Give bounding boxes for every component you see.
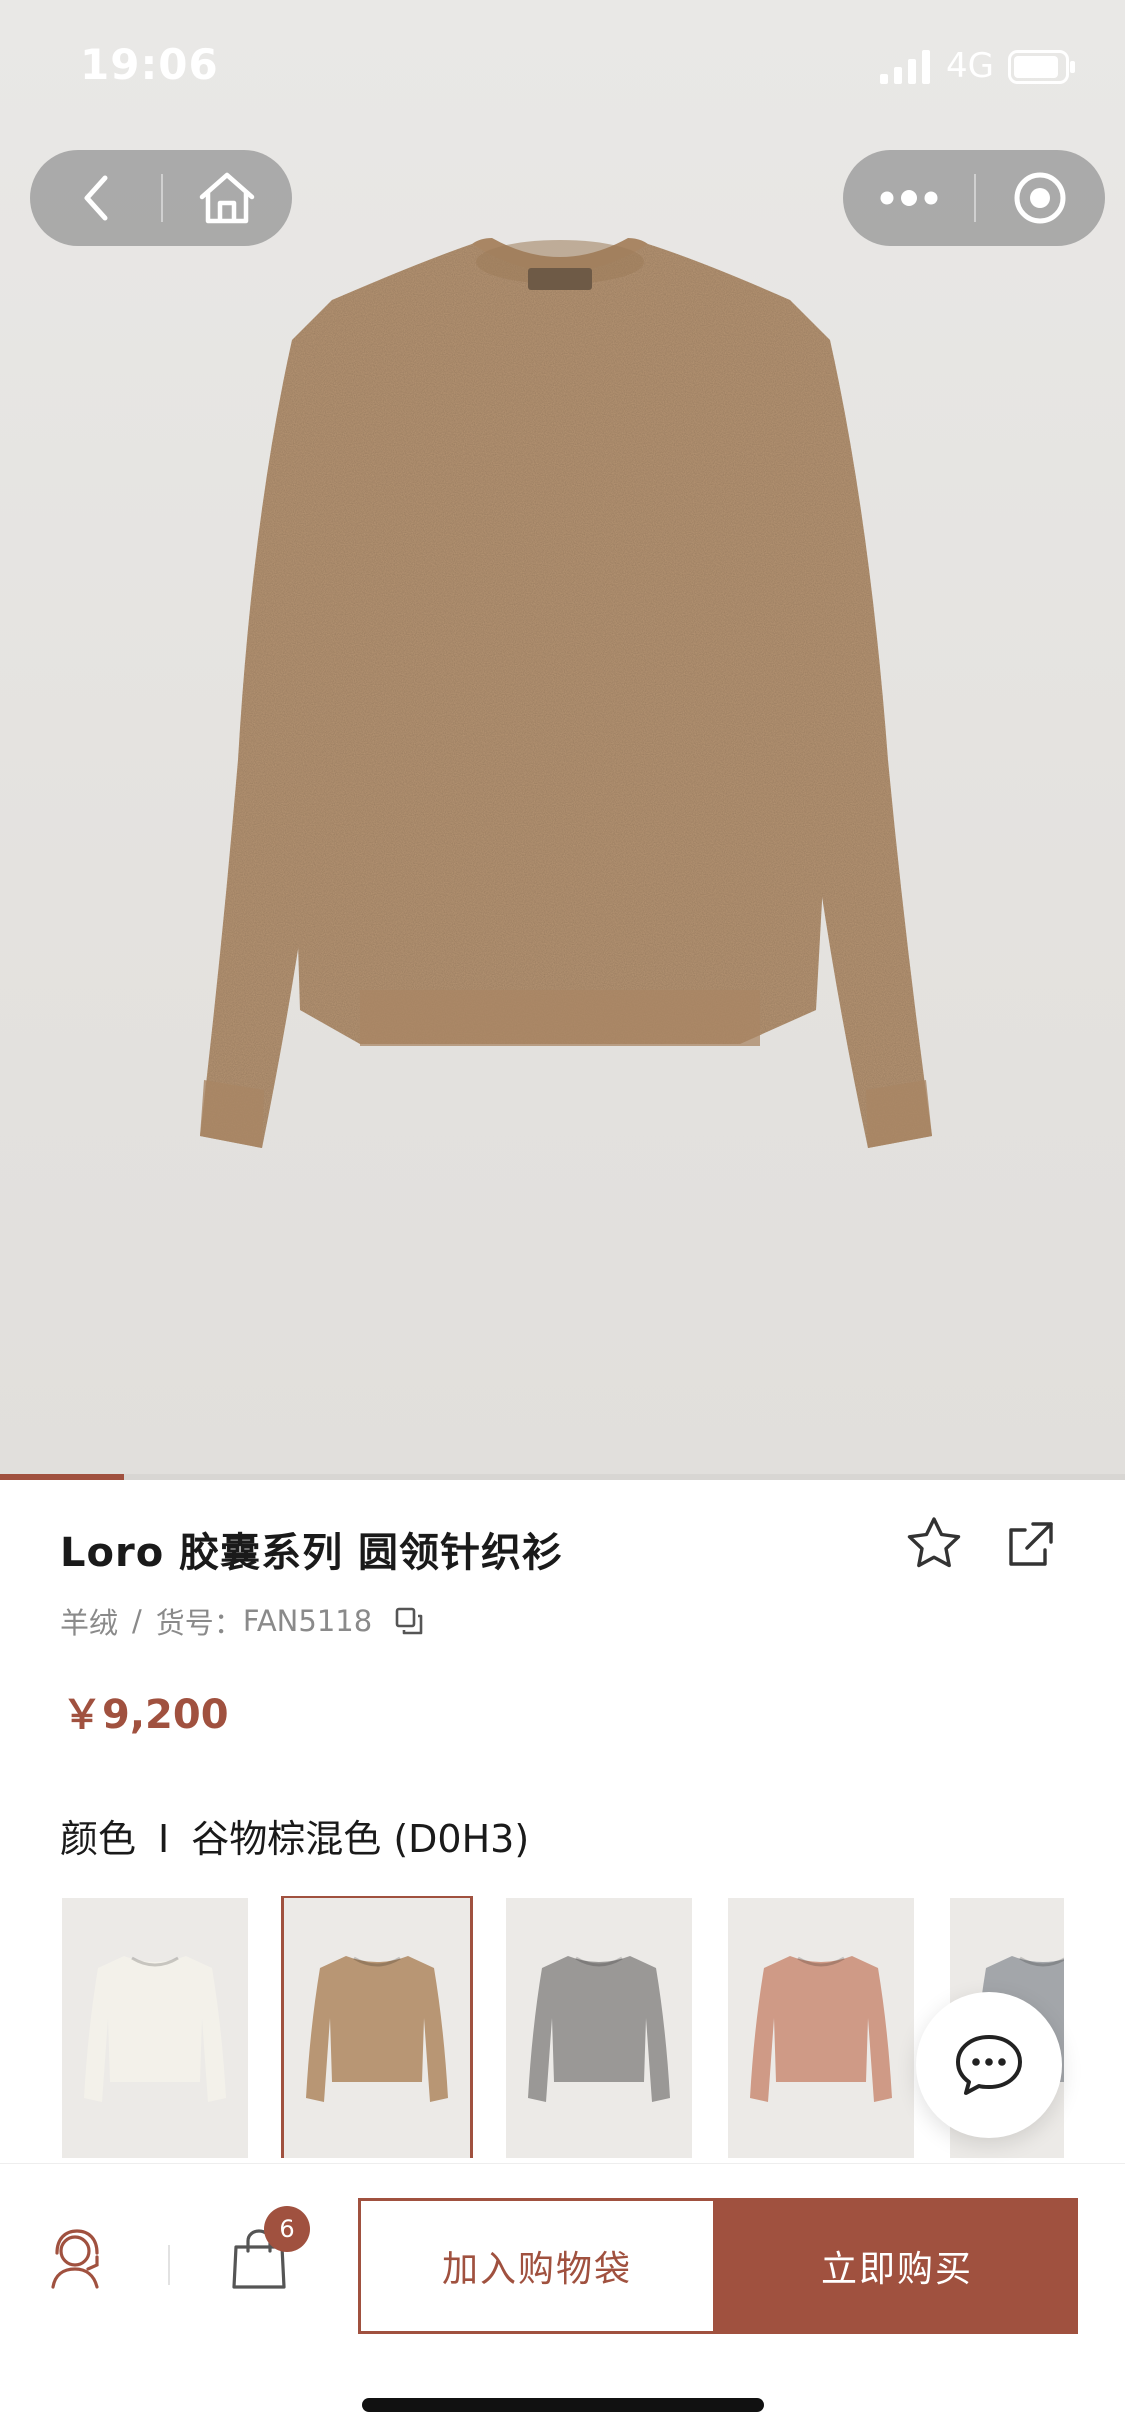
sku-value: FAN5118 <box>242 1604 373 1638</box>
buy-now-button[interactable]: 立即购买 <box>716 2198 1078 2334</box>
chevron-left-icon <box>84 175 107 221</box>
nav-capsule-right <box>843 150 1105 246</box>
favorite-button[interactable] <box>905 1515 963 1575</box>
color-swatch[interactable] <box>62 1898 248 2158</box>
color-swatch[interactable] <box>281 1896 473 2158</box>
chat-icon <box>956 2035 1022 2095</box>
swatch-sweater-thumbnail <box>750 1956 892 2102</box>
color-swatch-list <box>62 1896 1064 2158</box>
swatch-sweater-thumbnail <box>84 1956 226 2102</box>
home-indicator <box>362 2398 764 2412</box>
product-meta: 羊绒 / 货号： FAN5118 <box>60 1600 424 1642</box>
battery-icon <box>1008 50 1075 84</box>
nav-capsule-left <box>30 150 292 246</box>
chat-button[interactable] <box>916 1992 1062 2138</box>
bag-count-badge: 6 <box>264 2206 310 2252</box>
signal-icon <box>880 50 930 84</box>
more-dots-icon <box>880 190 937 206</box>
bottom-action-bar: 6 加入购物袋 立即购买 <box>0 2163 1125 2436</box>
copy-sku-button[interactable] <box>394 1606 424 1636</box>
color-name: 谷物棕混色 (D0H3) <box>191 1817 530 1861</box>
meta-separator: / <box>132 1604 142 1638</box>
sku-label: 货号 <box>155 1606 214 1640</box>
status-bar: 19:06 4G <box>0 0 1125 140</box>
share-button[interactable] <box>1005 1518 1057 1574</box>
color-separator: I <box>158 1817 170 1861</box>
swatch-sweater-thumbnail <box>306 1956 448 2102</box>
customer-service-icon <box>51 2229 99 2289</box>
more-button[interactable] <box>843 150 974 246</box>
back-button[interactable] <box>30 150 161 246</box>
color-swatch[interactable] <box>506 1898 692 2158</box>
star-icon <box>907 1517 961 1568</box>
add-to-bag-button[interactable]: 加入购物袋 <box>358 2198 716 2334</box>
color-label: 颜色 <box>60 1817 137 1861</box>
share-icon <box>1009 1522 1053 1566</box>
color-selection-label: 颜色 I 谷物棕混色 (D0H3) <box>60 1808 529 1863</box>
status-time: 19:06 <box>80 40 219 89</box>
home-icon <box>199 172 254 224</box>
close-miniprogram-button[interactable] <box>974 150 1105 246</box>
sku-separator: ： <box>213 1606 243 1640</box>
target-icon <box>1014 172 1065 224</box>
color-swatch[interactable] <box>728 1898 914 2158</box>
customer-service-button[interactable] <box>48 2227 106 2289</box>
gallery-progress <box>0 1474 1125 1480</box>
material-label: 羊绒 <box>60 1606 119 1640</box>
product-title: Loro 胶囊系列 圆领针织衫 <box>60 1530 564 1576</box>
copy-icon <box>395 1607 423 1635</box>
swatch-sweater-thumbnail <box>528 1956 670 2102</box>
network-type: 4G <box>946 46 994 86</box>
home-button[interactable] <box>161 150 292 246</box>
product-price: ￥9,200 <box>62 1692 229 1738</box>
gallery-progress-fill <box>0 1474 124 1480</box>
bottom-divider <box>168 2245 170 2285</box>
